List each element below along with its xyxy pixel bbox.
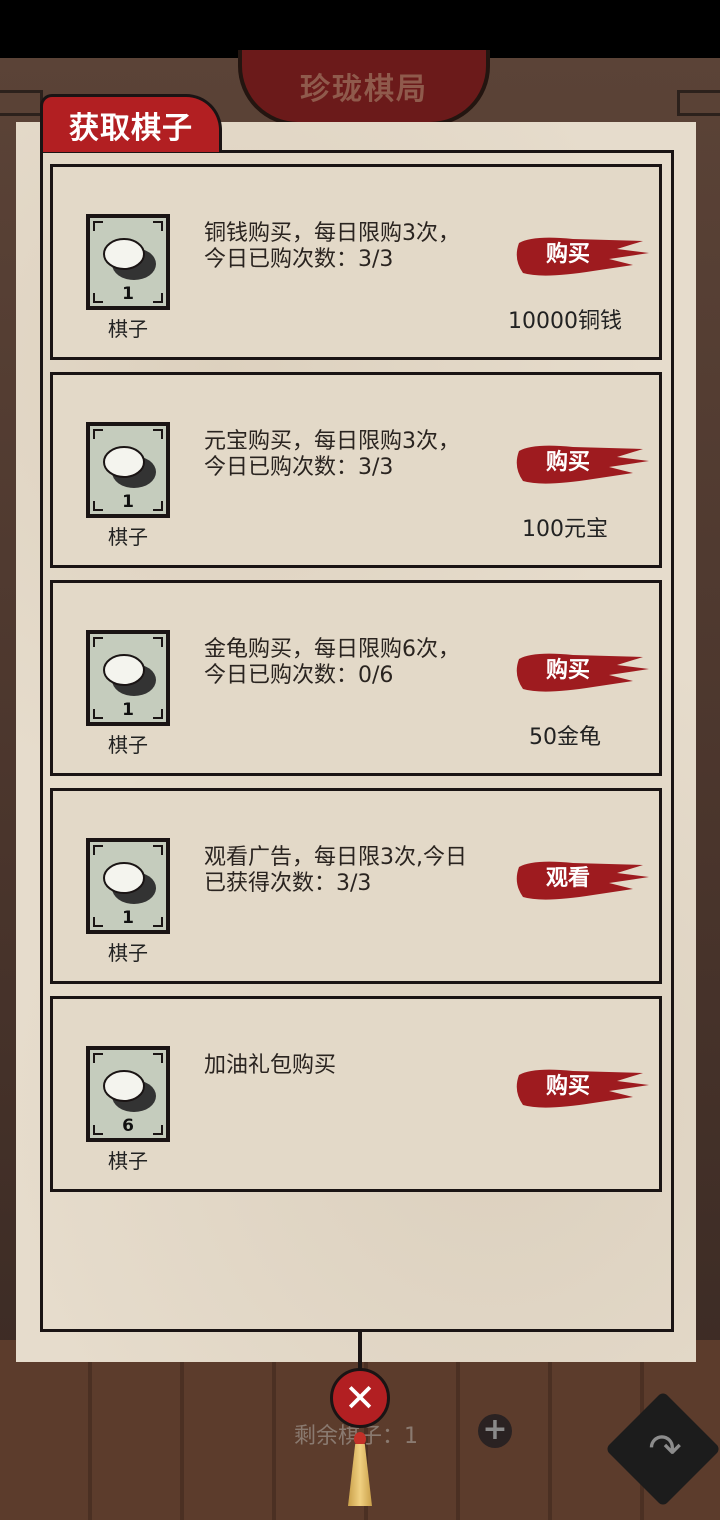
chess-piece-icon: 1 <box>86 422 170 518</box>
panel-title-tag: 获取棋子 <box>40 94 222 152</box>
item-price: 10000铜钱 <box>508 309 622 334</box>
buy-button[interactable]: 购买 <box>513 233 651 281</box>
buy-button[interactable]: 购买 <box>513 441 651 489</box>
share-icon: ↷ <box>648 1426 682 1472</box>
chess-piece-icon: 1 <box>86 630 170 726</box>
item-count: 1 <box>122 908 134 928</box>
game-title: 珍珑棋局 <box>300 72 428 107</box>
item-name: 棋子 <box>108 733 148 757</box>
item-description: 加油礼包购买 <box>204 1053 337 1078</box>
item-name: 棋子 <box>108 317 148 341</box>
watch-ad-button[interactable]: 观看 <box>513 857 651 905</box>
chess-piece-icon: 1 <box>86 214 170 310</box>
chess-piece-icon: 1 <box>86 838 170 934</box>
shop-item-watch-ad: 1 棋子 观看广告，每日限3次,今日已获得次数：3/3 观看 <box>50 788 662 984</box>
game-title-tab: 珍珑棋局 <box>238 50 490 126</box>
chess-piece-icon: 6 <box>86 1046 170 1142</box>
bead-decoration <box>354 1432 366 1446</box>
item-count: 1 <box>122 492 134 512</box>
close-button[interactable]: ✕ <box>330 1368 390 1428</box>
add-pieces-button[interactable]: + <box>478 1414 512 1448</box>
item-name: 棋子 <box>108 1149 148 1173</box>
lattice-decoration-right <box>677 90 720 116</box>
shop-item-gift-pack: 6 棋子 加油礼包购买 购买 <box>50 996 662 1192</box>
item-count: 1 <box>122 284 134 304</box>
item-name: 棋子 <box>108 525 148 549</box>
item-name: 棋子 <box>108 941 148 965</box>
shop-item-coin: 1 棋子 铜钱购买，每日限购3次，今日已购次数：3/3 购买 10000铜钱 <box>50 164 662 360</box>
panel-title: 获取棋子 <box>69 110 193 146</box>
item-description: 铜钱购买，每日限购3次，今日已购次数：3/3 <box>204 221 460 272</box>
item-price: 50金龟 <box>529 725 601 750</box>
close-rope <box>358 1332 362 1372</box>
close-icon: ✕ <box>344 1376 376 1420</box>
item-price: 100元宝 <box>522 517 608 542</box>
item-count: 1 <box>122 700 134 720</box>
item-count: 6 <box>122 1116 134 1136</box>
item-description: 金龟购买，每日限购6次，今日已购次数：0/6 <box>204 637 460 688</box>
shop-item-yuanbao: 1 棋子 元宝购买，每日限购3次，今日已购次数：3/3 购买 100元宝 <box>50 372 662 568</box>
shop-item-jingui: 1 棋子 金龟购买，每日限购6次，今日已购次数：0/6 购买 50金龟 <box>50 580 662 776</box>
lattice-decoration-left <box>0 90 43 116</box>
item-description: 元宝购买，每日限购3次，今日已购次数：3/3 <box>204 429 460 480</box>
buy-button[interactable]: 购买 <box>513 649 651 697</box>
buy-button[interactable]: 购买 <box>513 1065 651 1113</box>
item-description: 观看广告，每日限3次,今日已获得次数：3/3 <box>204 845 467 896</box>
